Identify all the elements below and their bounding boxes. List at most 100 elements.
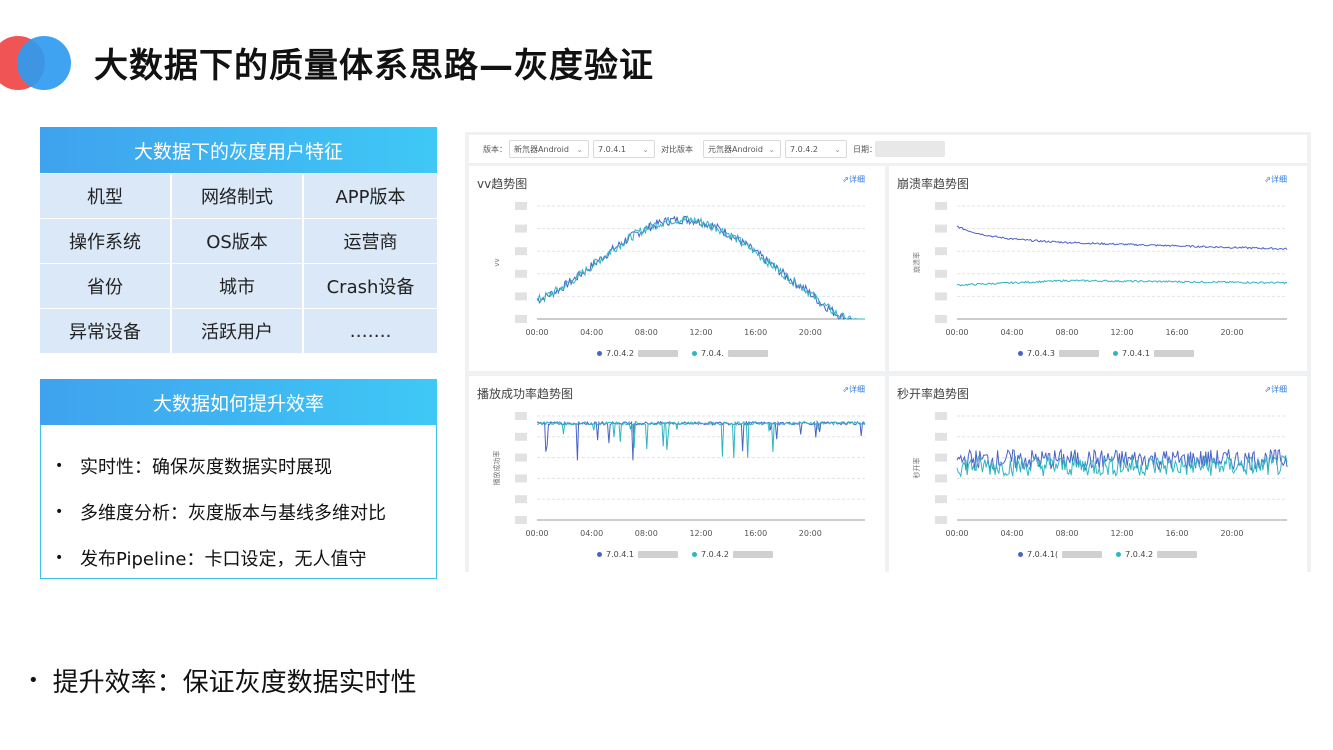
bottom-note-text: 提升效率：保证灰度数据实时性 (52, 668, 417, 698)
bullet-icon: • (28, 670, 39, 691)
card-title: vv趋势图 (477, 177, 528, 191)
bottom-note: • 提升效率：保证灰度数据实时性 (28, 662, 417, 699)
select-value: 7.0.4.2 (790, 145, 818, 154)
efficiency-panel: 大数据如何提升效率 • 实时性：确保灰度数据实时展现 • 多维度分析：灰度版本与基线… (40, 379, 437, 579)
blurred-tick-label (515, 453, 527, 462)
x-tick-label: 00:00 (525, 328, 548, 337)
play-success-trend-card: 播放成功率 00:00 04:00 08:00 12:00 16:00 20:00 播放成功… (469, 376, 885, 572)
x-tick-label: 04:00 (1000, 328, 1023, 337)
blurred-tick-label (935, 315, 947, 323)
list-item-text: 实时性：确保灰度数据实时展现 (80, 457, 332, 478)
trend-chart: 崩溃率 00:00 04:00 08:00 12:00 16:00 20:00 (912, 202, 1288, 337)
x-tick-label: 20:00 (799, 529, 822, 538)
filter-bar: 版本： 新氘器Android ⌄ 7.0.4.1 ⌄ 对比版本 元氘器Android… (469, 135, 1307, 163)
list-item-text: 多维度分析：灰度版本与基线多维对比 (80, 503, 386, 524)
blurred-tick-label (935, 269, 947, 278)
version-app-select[interactable]: 新氘器Android ⌄ (509, 140, 589, 158)
legend-blur (638, 551, 678, 558)
chevron-down-icon: ⌄ (576, 145, 583, 154)
compare-app-select[interactable]: 元氘器Android ⌄ (703, 140, 781, 158)
feature-cell: Crash设备 (304, 264, 437, 308)
feature-cell: 异常设备 (40, 309, 172, 353)
blurred-tick-label (515, 495, 527, 504)
legend-label: 7.0.4.2 (1125, 550, 1154, 559)
chart-legend: 7.0.4.2 7.0.4. (597, 349, 768, 358)
trend-chart: vv 00:00 04:00 08:00 12:00 16:00 20:00 (493, 202, 865, 337)
legend-label: 7.0.4.2 (701, 550, 729, 559)
detail-link[interactable]: ⇗详细 (842, 174, 865, 185)
legend-swatch (597, 552, 602, 557)
legend-blur (1062, 551, 1103, 558)
x-tick-label: 16:00 (1165, 328, 1188, 337)
date-label: 日期： (853, 145, 877, 154)
legend-label: 7.0.4.2 (606, 349, 634, 358)
series-line-teal (956, 279, 1288, 287)
list-item: • 发布Pipeline：卡口设定，无人值守 (41, 535, 436, 581)
blurred-tick-label (515, 315, 527, 323)
legend-blur (727, 350, 768, 357)
x-tick-label: 08:00 (635, 328, 658, 337)
x-tick-label: 12:00 (1110, 529, 1133, 538)
blurred-tick-label (515, 474, 527, 483)
list-item-text: 发布Pipeline：卡口设定，无人值守 (80, 549, 367, 570)
vv-trend-card: vv 00:00 04:00 08:00 12:00 16:00 20:00 vv趋势图 ⇗… (469, 166, 885, 371)
blurred-tick-label (935, 247, 947, 256)
list-item: • 多维度分析：灰度版本与基线多维对比 (41, 489, 436, 535)
dashboard-screenshot: 版本： 新氘器Android ⌄ 7.0.4.1 ⌄ 对比版本 元氘器Android… (465, 132, 1311, 572)
legend-blur (1154, 350, 1194, 357)
detail-link[interactable]: ⇗详细 (1264, 384, 1287, 395)
bullet-icon: • (55, 504, 64, 520)
compare-number-select[interactable]: 7.0.4.2 ⌄ (785, 140, 847, 158)
blurred-tick-label (935, 453, 947, 462)
gray-user-features-panel: 大数据下的灰度用户特征 机型 网络制式 APP版本 操作系统 OS版本 运营商 … (40, 127, 437, 353)
y-axis-label: 秒开率 (912, 458, 921, 479)
version-number-select[interactable]: 7.0.4.1 ⌄ (593, 140, 655, 158)
chevron-down-icon: ⌄ (834, 145, 841, 154)
blurred-tick-label (515, 247, 527, 256)
blurred-tick-label (515, 224, 527, 233)
blurred-tick-label (515, 292, 527, 301)
x-tick-label: 16:00 (1165, 529, 1188, 538)
instant-open-trend-card: 秒开率 00:00 04:00 08:00 12:00 16:00 20:00 秒开率趋势图… (889, 376, 1307, 572)
x-tick-label: 12:00 (1110, 328, 1133, 337)
series-line-blue (536, 420, 866, 461)
efficiency-list: • 实时性：确保灰度数据实时展现 • 多维度分析：灰度版本与基线多维对比 • 发布Pi… (40, 425, 437, 579)
blurred-tick-label (935, 474, 947, 483)
page-title: 大数据下的质量体系思路—灰度验证 (94, 46, 654, 86)
feature-cell: 省份 (40, 264, 172, 308)
legend-swatch (1018, 552, 1023, 557)
detail-link[interactable]: ⇗详细 (842, 384, 865, 395)
select-value: 新氘器Android (514, 145, 569, 154)
x-tick-label: 12:00 (689, 328, 712, 337)
date-picker[interactable] (875, 141, 945, 157)
chevron-down-icon: ⌄ (768, 145, 775, 154)
legend-blur (1059, 350, 1099, 357)
legend-blur (1157, 551, 1198, 558)
blurred-tick-label (935, 292, 947, 301)
legend-swatch (692, 351, 697, 356)
trend-chart: 秒开率 00:00 04:00 08:00 12:00 16:00 20:00 (912, 412, 1288, 538)
detail-link[interactable]: ⇗详细 (1264, 174, 1287, 185)
x-tick-label: 16:00 (744, 529, 767, 538)
card-title: 播放成功率趋势图 (477, 387, 574, 401)
select-value: 7.0.4.1 (598, 145, 626, 154)
feature-cell: 活跃用户 (172, 309, 304, 353)
legend-swatch (1018, 351, 1023, 356)
series-line-teal (956, 454, 1288, 479)
x-tick-label: 00:00 (525, 529, 548, 538)
x-tick-label: 20:00 (1220, 328, 1243, 337)
x-tick-label: 04:00 (1000, 529, 1023, 538)
blurred-tick-label (515, 432, 527, 441)
list-item: • 实时性：确保灰度数据实时展现 (41, 443, 436, 489)
feature-cell: 运营商 (304, 219, 437, 263)
y-axis-label: vv (493, 258, 501, 266)
chart-legend: 7.0.4.3 7.0.4.1 (1018, 349, 1194, 358)
card-title: 崩溃率趋势图 (897, 177, 970, 191)
x-tick-label: 08:00 (1055, 328, 1078, 337)
y-axis-label: 崩溃率 (912, 252, 921, 273)
trend-chart: 播放成功率 00:00 04:00 08:00 12:00 16:00 20:00 (492, 412, 866, 538)
version-label: 版本： (483, 145, 507, 154)
series-line-teal (536, 215, 865, 320)
y-axis-label: 播放成功率 (492, 451, 501, 486)
feature-cell: ……. (304, 309, 437, 353)
